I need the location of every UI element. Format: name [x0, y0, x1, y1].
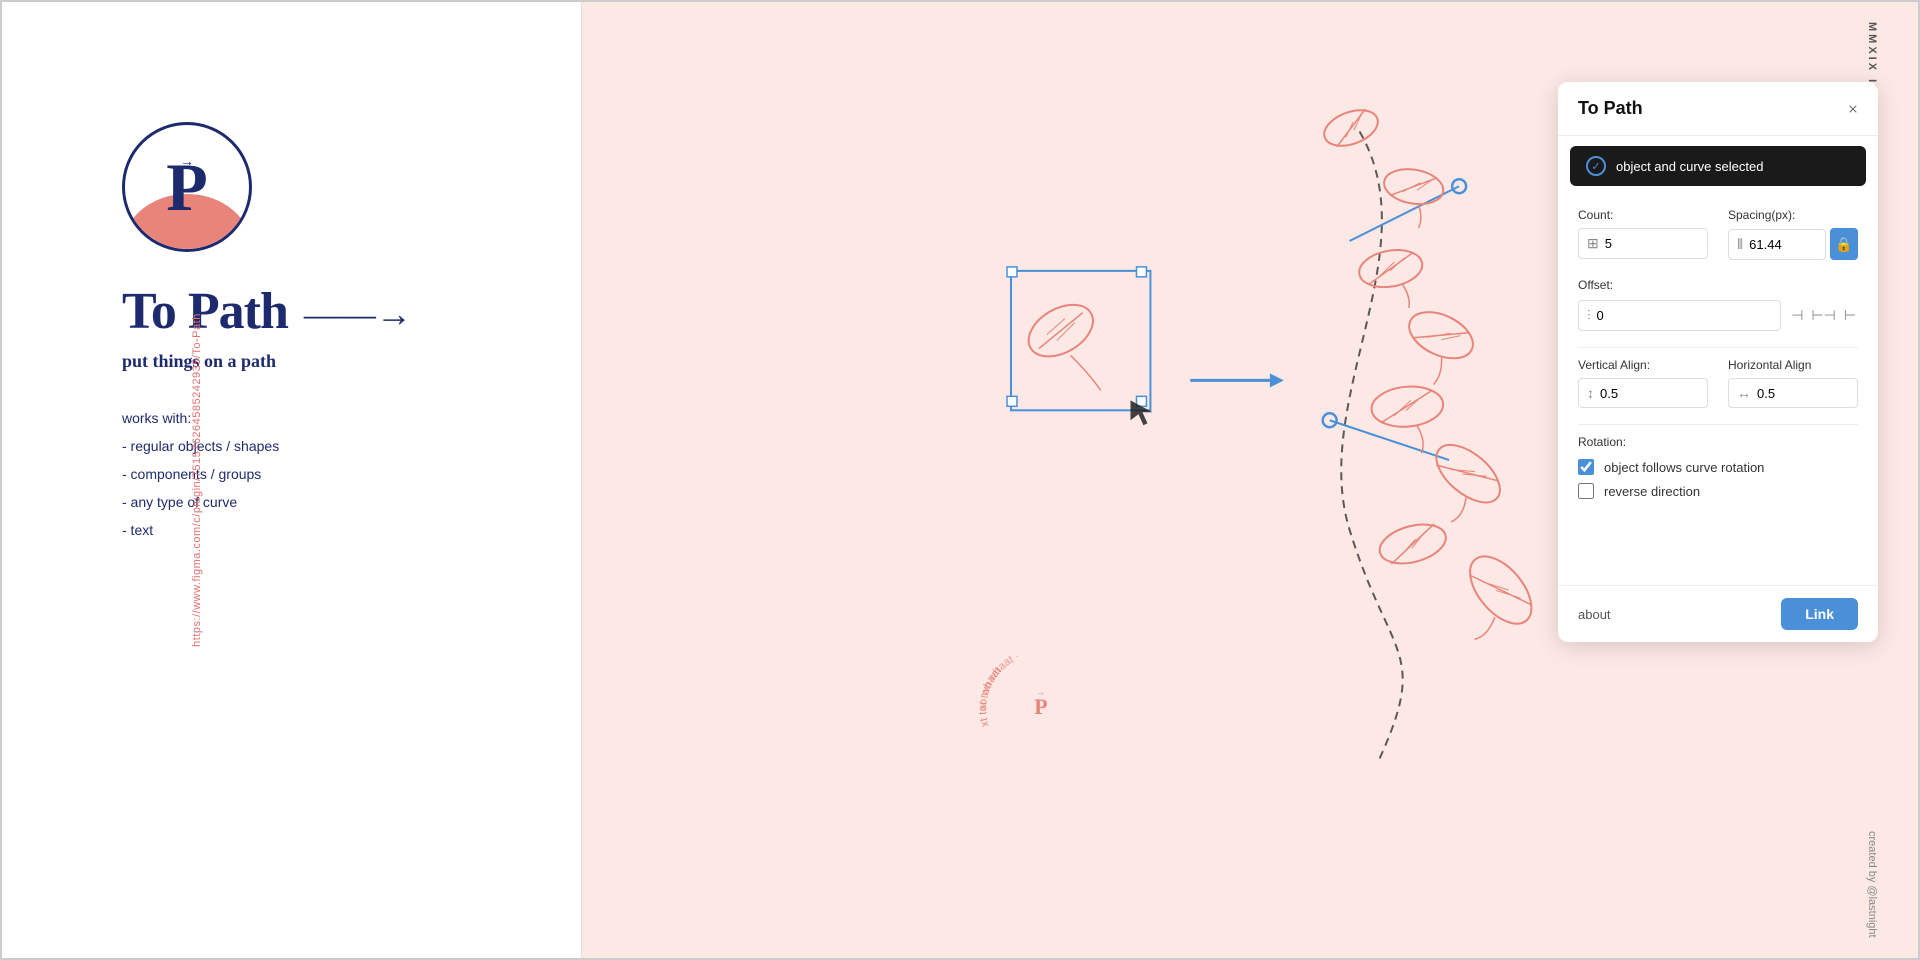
halign-label: Horizontal Align: [1728, 358, 1858, 372]
plugin-panel: To Path × ✓ object and curve selected Co…: [1558, 82, 1878, 642]
valign-input[interactable]: [1600, 386, 1699, 401]
divider-1: [1578, 347, 1858, 348]
status-bar: ✓ object and curve selected: [1570, 146, 1866, 186]
spacing-group: Spacing(px): ⦀ 🔒: [1728, 208, 1858, 260]
svg-text:→: →: [1036, 687, 1045, 697]
title-arrow-icon: ——→: [304, 293, 412, 335]
url-text: https://www.figma.com/c/plugin/751576264…: [191, 313, 203, 647]
reverse-direction-label: reverse direction: [1604, 484, 1700, 499]
valign-arrow-icon: ↕: [1587, 385, 1594, 401]
about-text: about: [1578, 607, 1611, 622]
lock-button[interactable]: 🔒: [1830, 228, 1858, 260]
spacing-input[interactable]: [1749, 237, 1817, 252]
rotation-section: Rotation: object follows curve rotation …: [1578, 435, 1858, 499]
valign-group: Vertical Align: ↕: [1578, 358, 1708, 408]
halign-input[interactable]: [1757, 386, 1849, 401]
align-buttons: ⊣ ⊢⊣ ⊢: [1789, 305, 1858, 326]
align-right-icon[interactable]: ⊢: [1842, 305, 1858, 326]
canvas-panel: MMXIX II created by @lastnight: [582, 2, 1918, 958]
rotation-label: Rotation:: [1578, 435, 1858, 449]
svg-text:P: P: [1034, 694, 1047, 719]
count-input[interactable]: [1605, 236, 1699, 251]
valign-input-row: ↕: [1578, 378, 1708, 408]
offset-lines-icon: ⫶: [1587, 307, 1591, 324]
offset-input-row: ⫶: [1578, 300, 1781, 331]
link-button[interactable]: Link: [1781, 598, 1858, 630]
valign-halign-row: Vertical Align: ↕ Horizontal Align ↔: [1578, 358, 1858, 408]
main-title: To Path: [122, 282, 288, 341]
count-spacing-row: Count: ⊞ Spacing(px): ⦀: [1578, 208, 1858, 260]
checkbox-reverse-row: reverse direction: [1578, 483, 1858, 499]
count-group: Count: ⊞: [1578, 208, 1708, 260]
checkbox-follows-row: object follows curve rotation: [1578, 459, 1858, 475]
panel-body: Count: ⊞ Spacing(px): ⦀: [1558, 196, 1878, 585]
offset-row: Offset: ⫶ ⊣ ⊢⊣ ⊢: [1578, 276, 1858, 331]
status-text: object and curve selected: [1616, 159, 1763, 174]
offset-label: Offset:: [1578, 278, 1613, 292]
count-label: Count:: [1578, 208, 1708, 222]
panel-footer: about Link: [1558, 585, 1878, 642]
logo-arrow-small: →: [180, 155, 194, 171]
valign-label: Vertical Align:: [1578, 358, 1708, 372]
halign-group: Horizontal Align ↔: [1728, 358, 1858, 408]
app-frame: https://www.figma.com/c/plugin/751576264…: [0, 0, 1920, 960]
spacing-input-row: ⦀: [1728, 229, 1826, 260]
offset-input[interactable]: [1597, 308, 1773, 323]
align-center-icon[interactable]: ⊢⊣: [1809, 305, 1837, 326]
divider-2: [1578, 424, 1858, 425]
title-row: To Path ——→: [122, 282, 412, 341]
halign-arrow-icon: ↔: [1737, 385, 1751, 401]
count-input-row: ⊞: [1578, 228, 1708, 259]
left-panel: https://www.figma.com/c/plugin/751576264…: [2, 2, 582, 958]
panel-title: To Path: [1578, 98, 1643, 119]
spacing-label: Spacing(px):: [1728, 208, 1858, 222]
close-button[interactable]: ×: [1848, 100, 1858, 118]
spacing-lines-icon: ⦀: [1737, 236, 1743, 253]
follows-rotation-checkbox[interactable]: [1578, 459, 1594, 475]
status-check-icon: ✓: [1586, 156, 1606, 176]
panel-header: To Path ×: [1558, 82, 1878, 136]
align-left-icon[interactable]: ⊣: [1789, 305, 1805, 326]
count-grid-icon: ⊞: [1587, 235, 1599, 252]
logo-circle: → P: [122, 122, 252, 252]
follows-rotation-label: object follows curve rotation: [1604, 460, 1764, 475]
halign-input-row: ↔: [1728, 378, 1858, 408]
reverse-direction-checkbox[interactable]: [1578, 483, 1594, 499]
